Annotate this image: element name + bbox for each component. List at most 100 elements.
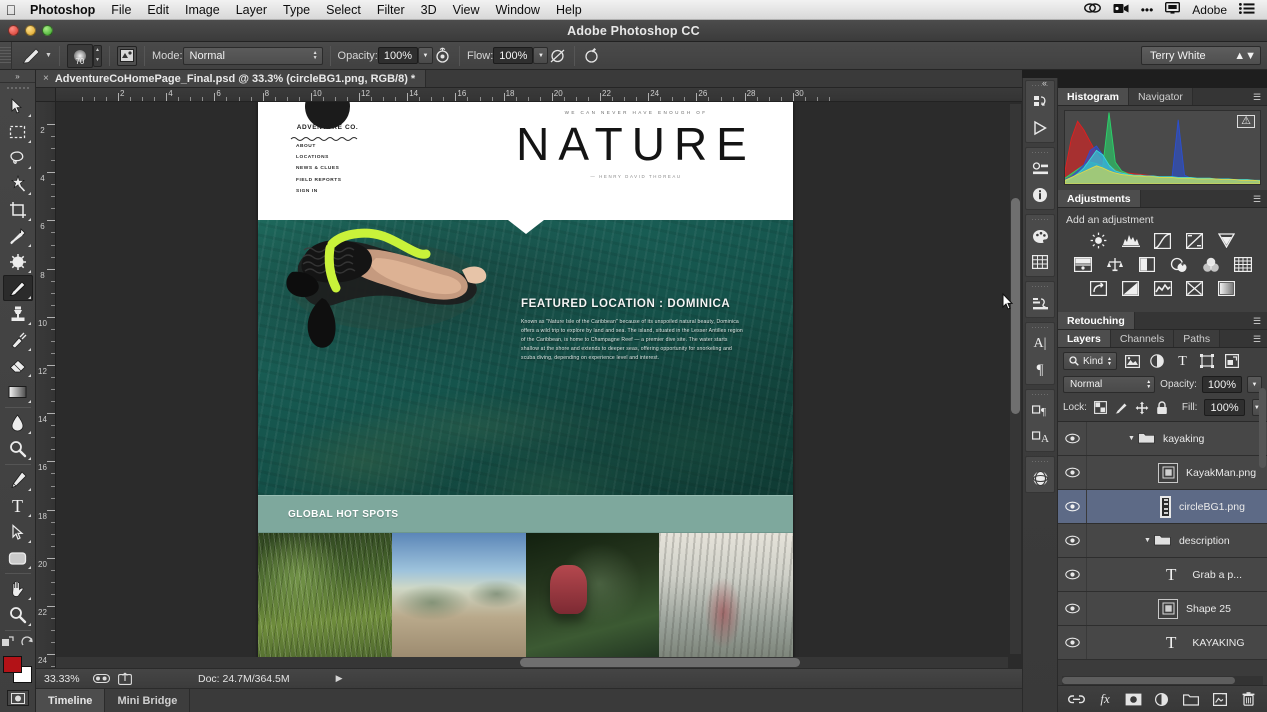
document-tab[interactable]: × AdventureCoHomePage_Final.psd @ 33.3% … bbox=[36, 70, 426, 87]
layer-visibility-icon[interactable] bbox=[1058, 569, 1086, 580]
clone-stamp-tool[interactable] bbox=[3, 301, 33, 327]
creative-cloud-icon[interactable] bbox=[1078, 0, 1107, 20]
rounded-rectangle-tool[interactable] bbox=[3, 545, 33, 571]
magic-wand-tool[interactable] bbox=[3, 171, 33, 197]
histogram-panel-menu-icon[interactable]: ☰ bbox=[1251, 92, 1263, 102]
spot-healing-brush-tool[interactable] bbox=[3, 249, 33, 275]
apple-menu-icon[interactable]:  bbox=[0, 3, 22, 17]
type-tool[interactable]: T bbox=[3, 493, 33, 519]
status-expand-arrow[interactable]: ▶ bbox=[336, 673, 343, 684]
path-selection-tool[interactable] bbox=[3, 519, 33, 545]
eyedropper-tool[interactable] bbox=[3, 223, 33, 249]
lock-all-icon[interactable] bbox=[1156, 401, 1168, 415]
lasso-tool[interactable] bbox=[3, 145, 33, 171]
layer-visibility-icon[interactable] bbox=[1058, 433, 1086, 444]
pen-tool[interactable] bbox=[3, 467, 33, 493]
move-tool[interactable] bbox=[3, 93, 33, 119]
menu-help[interactable]: Help bbox=[548, 0, 590, 20]
black-white-icon[interactable] bbox=[1137, 256, 1156, 273]
nav-item-sign-in[interactable]: SIGN IN bbox=[296, 189, 342, 194]
curves-icon[interactable] bbox=[1153, 232, 1172, 249]
thumbnail-peru[interactable]: PERU bbox=[659, 533, 793, 668]
layer-row-kayaking[interactable]: ▼ kayaking bbox=[1058, 422, 1267, 456]
layers-scrollbar[interactable] bbox=[1259, 388, 1266, 468]
tab-navigator[interactable]: Navigator bbox=[1129, 88, 1193, 105]
blend-mode-select[interactable]: Normal ▲▼ bbox=[183, 47, 323, 65]
retouching-panel-menu-icon[interactable]: ☰ bbox=[1251, 316, 1263, 326]
adjustment-layer-icon[interactable] bbox=[1152, 690, 1172, 708]
display-icon[interactable] bbox=[1159, 0, 1186, 20]
character-styles-icon[interactable]: ¶ bbox=[1027, 398, 1053, 424]
menu-edit[interactable]: Edit bbox=[139, 0, 177, 20]
menu-3d[interactable]: 3D bbox=[413, 0, 445, 20]
filter-smart-object-icon[interactable] bbox=[1223, 352, 1242, 370]
options-bar-grip[interactable] bbox=[0, 42, 12, 70]
ellipsis-icon[interactable]: ••• bbox=[1135, 0, 1160, 20]
nav-item-news-clues[interactable]: NEWS & CLUES bbox=[296, 166, 342, 171]
styles-panel-icon[interactable] bbox=[1027, 290, 1053, 316]
layer-visibility-icon[interactable] bbox=[1058, 535, 1086, 546]
hand-tool[interactable] bbox=[3, 576, 33, 602]
opacity-dropdown-button[interactable]: ▼ bbox=[418, 47, 433, 64]
share-on-behance-icon[interactable] bbox=[116, 672, 134, 686]
rectangular-marquee-tool[interactable] bbox=[3, 119, 33, 145]
lock-transparent-pixels-icon[interactable] bbox=[1094, 401, 1107, 415]
brush-size-preview[interactable]: 70 bbox=[67, 44, 93, 68]
paragraph-panel-icon[interactable]: ¶ bbox=[1027, 357, 1053, 383]
zoom-level[interactable]: 33.33% bbox=[44, 673, 86, 685]
canvas-horizontal-scrollbar[interactable] bbox=[520, 658, 800, 667]
ruler-origin[interactable] bbox=[36, 88, 56, 102]
gradient-map-icon[interactable] bbox=[1185, 280, 1204, 297]
layers-horizontal-scrollbar-track[interactable] bbox=[1062, 676, 1263, 685]
channel-mixer-icon[interactable] bbox=[1201, 256, 1220, 273]
brush-tool[interactable] bbox=[3, 275, 33, 301]
close-document-icon[interactable]: × bbox=[43, 73, 49, 84]
dodge-tool[interactable] bbox=[3, 436, 33, 462]
menu-list-icon[interactable] bbox=[1233, 0, 1261, 20]
history-panel-icon[interactable] bbox=[1027, 89, 1053, 115]
posterize-icon[interactable] bbox=[1121, 280, 1140, 297]
brush-size-stepper[interactable]: ▲▼ bbox=[93, 45, 102, 67]
brightness-contrast-icon[interactable] bbox=[1089, 232, 1108, 249]
tab-retouching[interactable]: Retouching bbox=[1058, 312, 1135, 329]
layer-fill-input[interactable]: 100% bbox=[1204, 399, 1244, 416]
adjustments-panel-menu-icon[interactable]: ☰ bbox=[1251, 194, 1263, 204]
thumbnail-australia[interactable]: AUSTRALIA bbox=[392, 533, 526, 668]
menu-layer[interactable]: Layer bbox=[228, 0, 275, 20]
character-panel-icon[interactable]: A| bbox=[1027, 331, 1053, 357]
nav-item-about[interactable]: ABOUT bbox=[296, 144, 342, 149]
reset-colors-icon[interactable] bbox=[21, 635, 34, 653]
layer-style-icon[interactable]: fx bbox=[1095, 690, 1115, 708]
site-nav[interactable]: ABOUT LOCATIONS NEWS & CLUES FIELD REPOR… bbox=[296, 144, 342, 200]
crop-tool[interactable] bbox=[3, 197, 33, 223]
color-panel-icon[interactable] bbox=[1027, 223, 1053, 249]
workspace-switcher[interactable]: Terry White ▲▼ bbox=[1141, 46, 1261, 65]
nav-item-locations[interactable]: LOCATIONS bbox=[296, 155, 342, 160]
edit-toolbar-icon[interactable] bbox=[1, 635, 14, 653]
layer-visibility-icon[interactable] bbox=[1058, 501, 1086, 512]
tab-mini-bridge[interactable]: Mini Bridge bbox=[105, 689, 190, 712]
layer-row-kayaking-text[interactable]: T KAYAKING bbox=[1058, 626, 1267, 660]
link-layers-icon[interactable] bbox=[1066, 690, 1086, 708]
photo-filter-icon[interactable] bbox=[1169, 256, 1188, 273]
tab-timeline[interactable]: Timeline bbox=[36, 689, 105, 712]
layer-row-kayakman[interactable]: KayakMan.png bbox=[1058, 456, 1267, 490]
history-brush-tool[interactable] bbox=[3, 327, 33, 353]
vibrance-icon[interactable] bbox=[1217, 232, 1236, 249]
flow-dropdown-button[interactable]: ▼ bbox=[533, 47, 548, 64]
layer-thumbnail[interactable] bbox=[1158, 599, 1178, 619]
filter-type-icon[interactable]: T bbox=[1173, 352, 1192, 370]
levels-icon[interactable] bbox=[1121, 232, 1140, 249]
layer-thumbnail[interactable] bbox=[1158, 463, 1178, 483]
color-balance-icon[interactable] bbox=[1105, 256, 1124, 273]
layer-row-grab-a-p[interactable]: T Grab a p... bbox=[1058, 558, 1267, 592]
opacity-input[interactable]: 100% bbox=[378, 47, 418, 64]
3d-panel-icon[interactable] bbox=[1027, 465, 1053, 491]
menu-filter[interactable]: Filter bbox=[369, 0, 413, 20]
filter-kind-select[interactable]: Kind ▲▼ bbox=[1063, 352, 1117, 370]
filter-shape-icon[interactable] bbox=[1198, 352, 1217, 370]
group-expand-triangle-icon[interactable]: ▼ bbox=[1144, 537, 1151, 544]
histogram-warning-icon[interactable]: ⚠ bbox=[1237, 115, 1255, 128]
layers-horizontal-scrollbar[interactable] bbox=[1062, 677, 1235, 684]
toggle-brush-panel-button[interactable] bbox=[117, 46, 137, 66]
